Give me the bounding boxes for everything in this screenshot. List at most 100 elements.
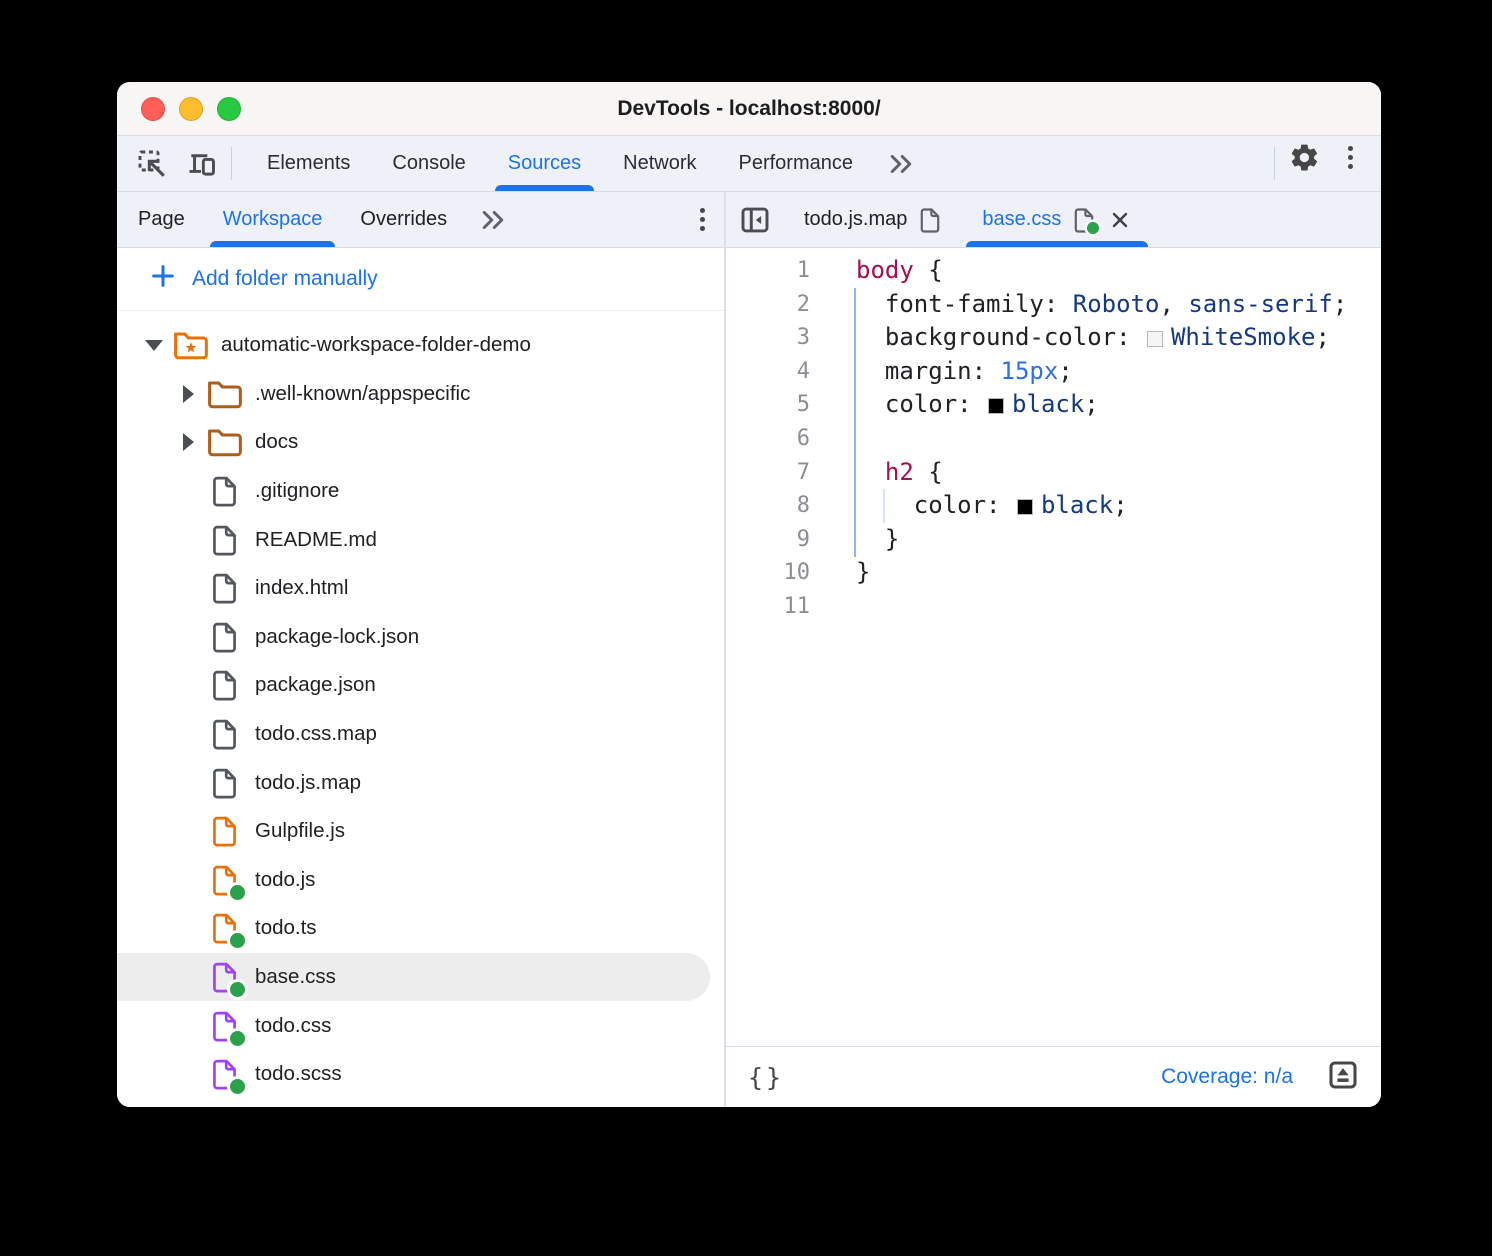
more-panels-icon[interactable]: [874, 136, 928, 191]
tree-item-label: package-lock.json: [255, 625, 419, 649]
folder-star-icon: [171, 326, 209, 364]
tree-item-base-css[interactable]: base.css: [117, 953, 710, 1002]
document-icon: [918, 206, 942, 234]
tree-item-label: todo.ts: [255, 916, 317, 940]
tree-item-label: package.json: [255, 673, 376, 697]
unsaved-changes-dot: [230, 885, 245, 900]
line-number[interactable]: 7: [726, 456, 810, 490]
coverage-link[interactable]: Coverage: n/a: [1161, 1065, 1293, 1089]
traffic-lights: [141, 82, 241, 135]
tree-item-todo-js-map[interactable]: todo.js.map: [117, 758, 724, 807]
kebab-menu-icon[interactable]: [1327, 136, 1373, 178]
line-number[interactable]: 3: [726, 321, 810, 355]
tree-item-todo-js[interactable]: todo.js: [117, 856, 724, 905]
close-tab-icon[interactable]: [1108, 208, 1132, 232]
close-window-button[interactable]: [141, 97, 165, 121]
more-navigator-tabs-icon[interactable]: [466, 192, 520, 247]
tree-item-package-json[interactable]: package.json: [117, 661, 724, 710]
tree-item-label: todo.css: [255, 1014, 331, 1038]
navigator-kebab-menu-icon[interactable]: [680, 199, 724, 241]
minimize-window-button[interactable]: [179, 97, 203, 121]
color-swatch-black[interactable]: [988, 398, 1004, 414]
line-number[interactable]: 10: [726, 556, 810, 590]
tree-item-todo-scss[interactable]: todo.scss: [117, 1050, 724, 1099]
tree-item-readme-md[interactable]: README.md: [117, 515, 724, 564]
show-drawer-icon[interactable]: [1327, 1059, 1359, 1096]
disclosure-triangle-icon[interactable]: [137, 340, 171, 351]
tree-item-label: base.css: [255, 965, 336, 989]
tab-workspace[interactable]: Workspace: [204, 192, 342, 247]
tab-network[interactable]: Network: [602, 136, 717, 191]
title-bar: DevTools - localhost:8000/: [117, 82, 1381, 136]
editor-tab-label: base.css: [982, 208, 1061, 231]
disclosure-triangle-icon[interactable]: [171, 433, 205, 451]
code-line-content: h2 {: [810, 456, 943, 490]
tree-item-todo-css[interactable]: todo.css: [117, 1001, 724, 1050]
line-number[interactable]: 2: [726, 288, 810, 322]
code-line-content: color: black;: [810, 489, 1128, 523]
tab-sources[interactable]: Sources: [487, 136, 602, 191]
disclosure-triangle-icon[interactable]: [171, 385, 205, 403]
tab-performance[interactable]: Performance: [718, 136, 875, 191]
file-orange-icon: [205, 861, 243, 899]
pretty-print-icon[interactable]: {}: [748, 1063, 784, 1092]
tree-item-label: todo.scss: [255, 1062, 342, 1086]
code-line: 5 color: black;: [726, 388, 1381, 422]
code-line: 7 h2 {: [726, 456, 1381, 490]
editor-tab-todo-js-map[interactable]: todo.js.map: [784, 192, 962, 247]
tree-item-label: README.md: [255, 528, 377, 552]
color-swatch-black[interactable]: [1017, 499, 1033, 515]
code-editor[interactable]: 1body {2 font-family: Roboto, sans-serif…: [726, 248, 1381, 1046]
device-toolbar-icon[interactable]: [179, 143, 225, 185]
line-number[interactable]: 4: [726, 355, 810, 389]
line-number[interactable]: 1: [726, 254, 810, 288]
add-folder-button[interactable]: Add folder manually: [117, 248, 724, 311]
unsaved-changes-dot: [230, 982, 245, 997]
line-number[interactable]: 8: [726, 489, 810, 523]
tree-item-label: Gulpfile.js: [255, 819, 345, 843]
tree-item-label: docs: [255, 430, 298, 454]
code-line: 6: [726, 422, 1381, 456]
tree-item-automatic-workspace-folder-demo[interactable]: automatic-workspace-folder-demo: [117, 321, 724, 370]
hide-navigator-icon[interactable]: [726, 192, 784, 247]
line-number[interactable]: 5: [726, 388, 810, 422]
editor-tab-base-css[interactable]: base.css: [962, 192, 1152, 247]
code-line-content: background-color: WhiteSmoke;: [810, 321, 1330, 355]
settings-gear-icon[interactable]: [1281, 136, 1327, 178]
window-title: DevTools - localhost:8000/: [117, 97, 1381, 121]
line-number[interactable]: 11: [726, 590, 810, 624]
code-line-content: [810, 590, 856, 624]
zoom-window-button[interactable]: [217, 97, 241, 121]
tree-item-todo-css-map[interactable]: todo.css.map: [117, 710, 724, 759]
tab-elements[interactable]: Elements: [246, 136, 371, 191]
editor-status-bar: {} Coverage: n/a: [726, 1046, 1381, 1107]
tree-item--well-known-appspecific[interactable]: .well-known/appspecific: [117, 370, 724, 419]
tree-item-package-lock-json[interactable]: package-lock.json: [117, 613, 724, 662]
toolbar-icon-group: [117, 136, 225, 191]
tree-item--gitignore[interactable]: .gitignore: [117, 467, 724, 516]
editor-pane: todo.js.map base.css 1body {2 font-famil…: [726, 192, 1381, 1107]
tab-console[interactable]: Console: [371, 136, 486, 191]
unsaved-changes-dot: [1087, 222, 1099, 234]
line-number[interactable]: 9: [726, 523, 810, 557]
tree-item-label: todo.js: [255, 868, 315, 892]
line-number[interactable]: 6: [726, 422, 810, 456]
tree-item-todo-ts[interactable]: todo.ts: [117, 904, 724, 953]
tree-item-gulpfile-js[interactable]: Gulpfile.js: [117, 807, 724, 856]
desktop-background: { "window": { "title": "DevTools - local…: [0, 0, 1492, 1256]
inspect-element-icon[interactable]: [129, 143, 175, 185]
tab-page[interactable]: Page: [119, 192, 204, 247]
tab-overrides[interactable]: Overrides: [341, 192, 466, 247]
navigator-sidebar: Page Workspace Overrides Add folder manu…: [117, 192, 726, 1107]
editor-tabs: todo.js.map base.css: [726, 192, 1381, 248]
code-line: 3 background-color: WhiteSmoke;: [726, 321, 1381, 355]
panel-tabs: Elements Console Sources Network Perform…: [246, 136, 928, 191]
toolbar-right-group: [1268, 136, 1381, 191]
color-swatch-whitesmoke[interactable]: [1147, 331, 1163, 347]
tree-item-index-html[interactable]: index.html: [117, 564, 724, 613]
code-line: 4 margin: 15px;: [726, 355, 1381, 389]
tree-item-label: automatic-workspace-folder-demo: [221, 333, 531, 357]
tree-item-docs[interactable]: docs: [117, 418, 724, 467]
file-gray-icon: [205, 715, 243, 753]
tree-item-label: todo.js.map: [255, 771, 361, 795]
